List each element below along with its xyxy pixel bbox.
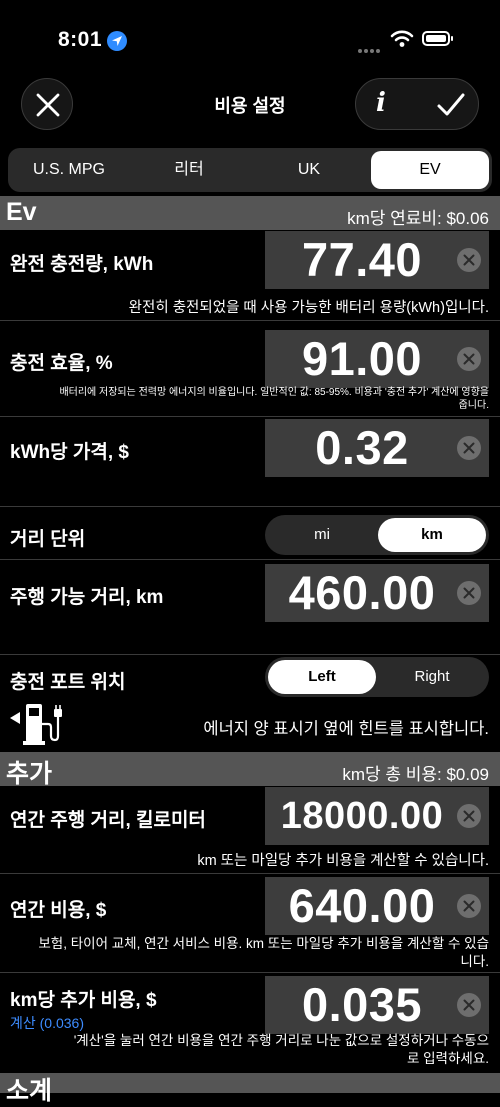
- range-label: 주행 가능 거리, km: [10, 587, 164, 608]
- wifi-icon: [390, 30, 414, 53]
- tab-ev[interactable]: EV: [371, 151, 489, 189]
- range-field[interactable]: 460.00: [265, 564, 489, 622]
- extra-cost-per-km-value: 0.035: [301, 978, 423, 1031]
- info-icon[interactable]: i: [376, 88, 386, 118]
- tab-uk[interactable]: UK: [250, 151, 368, 189]
- nav-bar: 비용 설정 i: [0, 78, 500, 144]
- divider: [0, 873, 500, 874]
- price-per-kwh-label: kWh당 가격, $: [10, 442, 129, 463]
- range-value: 460.00: [288, 566, 436, 619]
- checkmark-icon[interactable]: [436, 92, 466, 118]
- fuel-cost-per-km: km당 연료비: $0.06: [347, 209, 489, 228]
- charge-efficiency-label: 충전 효율, %: [10, 353, 113, 374]
- status-time: 8:01: [58, 28, 103, 51]
- battery-capacity-label: 완전 충전량, kWh: [10, 254, 154, 275]
- clear-icon[interactable]: [457, 581, 481, 605]
- price-per-kwh-field[interactable]: 0.32: [265, 419, 489, 477]
- calculate-link[interactable]: 계산 (0.036): [10, 1013, 84, 1033]
- charge-port-toggle: Left Right: [265, 657, 489, 697]
- battery-capacity-field[interactable]: 77.40: [265, 231, 489, 289]
- clear-icon[interactable]: [457, 347, 481, 371]
- signal-icon: [358, 40, 382, 58]
- section-title: 소계: [6, 1077, 53, 1105]
- charge-port-left[interactable]: Left: [268, 660, 376, 694]
- extra-cost-per-km-field[interactable]: 0.035: [265, 976, 489, 1034]
- tab-liter[interactable]: 리터: [130, 151, 248, 189]
- charging-station-icon: [10, 704, 62, 745]
- tab-us-mpg[interactable]: U.S. MPG: [10, 151, 128, 189]
- annual-cost-desc: 보험, 타이어 교체, 연간 서비스 비용. km 또는 마일당 추가 비용을 …: [38, 936, 489, 969]
- annual-cost-value: 640.00: [288, 879, 436, 932]
- annual-distance-value: 18000.00: [280, 795, 444, 837]
- extra-cost-per-km-label: km당 추가 비용, $: [10, 990, 157, 1011]
- distance-unit-toggle: mi km: [265, 515, 489, 555]
- location-arrow-icon: [107, 31, 127, 51]
- annual-distance-label: 연간 주행 거리, 킬로미터: [10, 810, 206, 831]
- charge-efficiency-desc: 배터리에 저장되는 전력망 에너지의 비율입니다. 일반적인 값: 85-95%…: [59, 387, 489, 411]
- section-title: 추가: [6, 760, 53, 788]
- divider: [0, 972, 500, 973]
- divider: [0, 654, 500, 655]
- clear-icon[interactable]: [457, 436, 481, 460]
- extra-cost-per-km-desc: '계산'을 눌러 연간 비용을 연간 주행 거리로 나눈 값으로 설정하거나 수…: [73, 1033, 489, 1066]
- charge-efficiency-value: 91.00: [301, 332, 423, 385]
- distance-unit-label: 거리 단위: [10, 529, 86, 550]
- charge-port-right[interactable]: Right: [378, 660, 486, 694]
- charge-port-label: 충전 포트 위치: [10, 672, 126, 693]
- charge-efficiency-field[interactable]: 91.00: [265, 330, 489, 388]
- annual-cost-label: 연간 비용, $: [10, 900, 107, 921]
- clear-icon[interactable]: [457, 894, 481, 918]
- charge-port-desc: 에너지 양 표시기 옆에 힌트를 표시합니다.: [203, 720, 489, 738]
- battery-icon: [422, 31, 453, 46]
- subtotal-section-header: 소계: [0, 1073, 500, 1105]
- ev-section-header: Ev km당 연료비: $0.06: [0, 196, 500, 230]
- price-per-kwh-value: 0.32: [315, 421, 409, 474]
- divider: [0, 559, 500, 560]
- distance-unit-mi[interactable]: mi: [268, 518, 376, 552]
- clear-icon[interactable]: [457, 804, 481, 828]
- annual-distance-field[interactable]: 18000.00: [265, 787, 489, 845]
- battery-capacity-desc: 완전히 충전되었을 때 사용 가능한 배터리 용량(kWh)입니다.: [128, 300, 489, 316]
- nav-actions: i: [355, 78, 479, 130]
- divider: [0, 416, 500, 417]
- distance-unit-km[interactable]: km: [378, 518, 486, 552]
- extra-section-header: 추가 km당 총 비용: $0.09: [0, 752, 500, 788]
- divider: [0, 506, 500, 507]
- section-title: Ev: [6, 198, 37, 226]
- total-cost-per-km: km당 총 비용: $0.09: [342, 765, 489, 784]
- divider: [0, 320, 500, 321]
- unit-tabs: U.S. MPG 리터 UK EV: [8, 148, 492, 192]
- annual-cost-field[interactable]: 640.00: [265, 877, 489, 935]
- clear-icon[interactable]: [457, 993, 481, 1017]
- status-bar: 8:01: [0, 0, 500, 80]
- annual-distance-desc: km 또는 마일당 추가 비용을 계산할 수 있습니다.: [197, 853, 489, 869]
- clear-icon[interactable]: [457, 248, 481, 272]
- battery-capacity-value: 77.40: [301, 233, 423, 286]
